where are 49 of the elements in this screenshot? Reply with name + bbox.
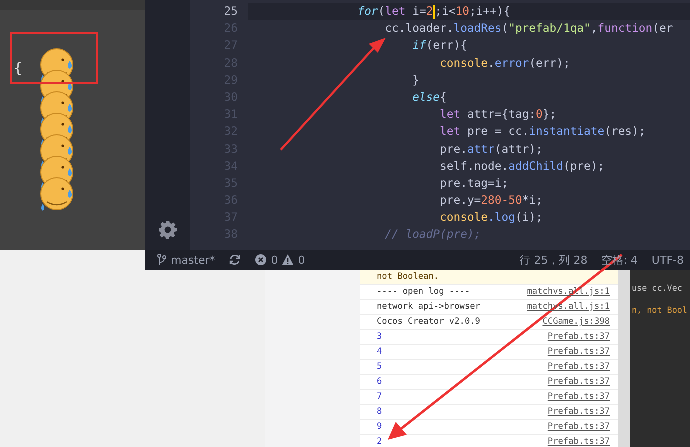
- code-line: self.node.addChild(pre);: [439, 158, 605, 175]
- code-line: // loadP(pre);: [384, 226, 482, 244]
- source-link[interactable]: Prefab.ts:37: [548, 437, 610, 447]
- scrollbar[interactable]: [618, 270, 630, 447]
- code-line: else{: [412, 88, 447, 106]
- encoding-setting[interactable]: UTF-8: [652, 254, 684, 266]
- code-line: console.error(err);: [439, 54, 570, 72]
- console-message: 5: [377, 362, 382, 372]
- console-message: not Boolean.: [377, 272, 440, 282]
- code-line: for(let i=2 ;i<10;i++){: [356, 3, 511, 20]
- code-line: cc.loader.loadRes("prefab/1qa",function(er: [384, 20, 674, 38]
- console-message: 4: [377, 347, 382, 357]
- source-link[interactable]: Prefab.ts:37: [548, 392, 610, 402]
- source-link[interactable]: Prefab.ts:37: [548, 407, 610, 417]
- console-message: ---- open log ----: [377, 287, 470, 297]
- console-message: 6: [377, 377, 382, 387]
- source-link[interactable]: Prefab.ts:37: [548, 332, 610, 342]
- problems-button[interactable]: 0 0: [255, 254, 306, 266]
- source-link[interactable]: Prefab.ts:37: [548, 377, 610, 387]
- branch-button[interactable]: master*: [157, 254, 216, 266]
- code-line: if(err){: [412, 37, 468, 54]
- code-line: pre.tag=i;: [439, 174, 509, 192]
- code-brace: {: [14, 61, 22, 77]
- code-line: pre.y=280-50*i;: [439, 192, 543, 210]
- cursor-position[interactable]: 行 25，列 28: [520, 252, 588, 268]
- sync-icon[interactable]: [229, 254, 242, 266]
- log-text: use cc.Vec: [632, 283, 682, 293]
- settings-icon[interactable]: [158, 220, 178, 240]
- code-line: pre.attr(attr);: [439, 140, 543, 158]
- console-message: 8: [377, 407, 382, 417]
- source-link[interactable]: Prefab.ts:37: [548, 362, 610, 372]
- warning-icon: [282, 254, 294, 266]
- console-message: network api->browser: [377, 302, 480, 312]
- console-message: Cocos Creator v2.0.9: [377, 317, 480, 327]
- console-message: 9: [377, 422, 382, 432]
- code-line: let attr={tag:0};: [439, 106, 557, 124]
- console-message: 3: [377, 332, 382, 342]
- source-link[interactable]: Prefab.ts:37: [548, 347, 610, 357]
- code-line: }: [412, 72, 420, 89]
- source-link[interactable]: Prefab.ts:37: [548, 422, 610, 432]
- line-number: 25: [223, 3, 239, 20]
- console-message: 7: [377, 392, 382, 402]
- code-line: let pre = cc.instantiate(res);: [439, 123, 646, 140]
- branch-icon: [157, 254, 167, 266]
- console-message: 2: [377, 437, 382, 447]
- error-icon: [255, 254, 268, 266]
- code-line: console.log(i);: [439, 209, 543, 226]
- source-link[interactable]: CCGame.js:398: [542, 317, 610, 327]
- log-text: n, not Bool: [632, 305, 688, 315]
